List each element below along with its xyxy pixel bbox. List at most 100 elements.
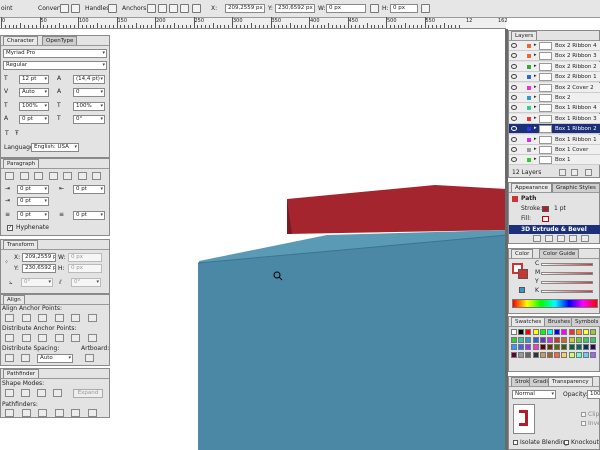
font-size-field[interactable]: 12 pt	[19, 75, 49, 84]
knockout-checkbox[interactable]	[564, 440, 569, 445]
add-effect-button[interactable]	[557, 235, 565, 242]
color-swatch[interactable]	[561, 351, 568, 358]
color-swatch[interactable]	[554, 329, 561, 335]
color-swatch[interactable]	[561, 344, 568, 351]
align-button[interactable]	[38, 314, 47, 322]
expand-button[interactable]: Expand	[73, 389, 103, 398]
color-swatch[interactable]	[575, 336, 582, 343]
visibility-eye-icon[interactable]	[511, 53, 517, 59]
color-swatch[interactable]	[518, 344, 525, 351]
layer-row[interactable]: ▸ Box 1 Ribbon 1	[509, 134, 600, 145]
link-icon[interactable]	[370, 4, 379, 13]
space-before-field[interactable]: 0 pt	[17, 211, 49, 220]
layer-row[interactable]: ▸ Box 1 Cover	[509, 145, 600, 155]
pathfinder-button[interactable]	[87, 409, 97, 417]
transform-x-field[interactable]: 209,2559 px	[22, 253, 56, 262]
y-field[interactable]: 230,6592 px	[275, 4, 315, 13]
expand-triangle-icon[interactable]: ▸	[534, 84, 537, 90]
anchor-join-icon[interactable]	[180, 4, 189, 13]
paragraph-align-button[interactable]	[34, 172, 43, 180]
color-swatch[interactable]	[525, 344, 532, 351]
color-swatch[interactable]	[511, 329, 517, 335]
color-swatch[interactable]	[525, 329, 532, 335]
color-spectrum[interactable]	[512, 299, 598, 308]
align-icon[interactable]	[192, 4, 201, 13]
visibility-eye-icon[interactable]	[511, 157, 517, 163]
distribute-button[interactable]	[71, 334, 80, 342]
visibility-eye-icon[interactable]	[511, 84, 517, 90]
distribute-button[interactable]	[21, 334, 31, 342]
expand-triangle-icon[interactable]: ▸	[534, 146, 537, 152]
delete-layer-button[interactable]	[585, 169, 592, 176]
align-button[interactable]	[87, 314, 97, 322]
paragraph-align-button[interactable]	[63, 172, 72, 180]
expand-triangle-icon[interactable]: ▸	[534, 156, 537, 162]
color-swatch[interactable]	[547, 344, 553, 351]
tab-pathfinder[interactable]: Pathfinder	[3, 369, 40, 378]
expand-triangle-icon[interactable]: ▸	[534, 115, 537, 121]
align-button[interactable]	[21, 314, 31, 322]
color-swatch[interactable]	[590, 336, 597, 343]
paragraph-align-button[interactable]	[19, 172, 29, 180]
w-field[interactable]: 0 px	[326, 4, 366, 13]
color-swatch[interactable]	[561, 329, 568, 335]
color-swatch[interactable]	[518, 351, 525, 358]
color-swatch[interactable]	[532, 344, 539, 351]
font-family-select[interactable]: Myriad Pro	[3, 49, 107, 58]
color-swatch[interactable]	[554, 351, 561, 358]
expand-triangle-icon[interactable]: ▸	[534, 136, 537, 142]
strikethrough-icon[interactable]: Ŧ	[15, 129, 19, 138]
color-channel-slider[interactable]	[541, 290, 593, 293]
clear-appearance-button[interactable]	[569, 235, 577, 242]
align-button[interactable]	[5, 314, 14, 322]
color-swatch[interactable]	[554, 344, 561, 351]
tab-graphic-styles[interactable]: Graphic Styles	[552, 183, 600, 192]
color-swatch[interactable]	[525, 336, 532, 343]
pathfinder-button[interactable]	[38, 409, 47, 417]
color-swatch[interactable]	[590, 329, 597, 335]
baseline-field[interactable]: 0 pt	[19, 115, 49, 124]
color-swatch[interactable]	[568, 351, 575, 358]
font-style-select[interactable]: Regular	[3, 61, 107, 70]
expand-triangle-icon[interactable]: ▸	[534, 125, 537, 131]
tab-opentype[interactable]: OpenType	[42, 36, 78, 45]
h-field[interactable]: 0 px	[390, 4, 418, 13]
opacity-field[interactable]: 100	[587, 390, 600, 399]
tab-color[interactable]: Color	[511, 249, 534, 258]
paragraph-align-button[interactable]	[5, 172, 14, 180]
new-sublayer-button[interactable]	[559, 169, 566, 176]
color-swatch[interactable]	[575, 329, 582, 335]
fill-swatch[interactable]	[542, 216, 549, 222]
color-swatch[interactable]	[575, 344, 582, 351]
leading-field[interactable]: (14,4 pt)	[73, 75, 105, 84]
color-swatch[interactable]	[568, 329, 575, 335]
color-channel-slider[interactable]	[541, 263, 593, 266]
transform-h-field[interactable]: 0 px	[68, 264, 102, 273]
color-swatch[interactable]	[532, 336, 539, 343]
spacing-field[interactable]: Auto	[37, 354, 73, 363]
color-swatch[interactable]	[518, 336, 525, 343]
color-swatch[interactable]	[583, 329, 589, 335]
pathfinder-button[interactable]	[54, 409, 64, 417]
color-swatch[interactable]	[583, 344, 589, 351]
duplicate-item-button[interactable]	[581, 235, 589, 242]
tab-swatches[interactable]: Swatches	[511, 317, 546, 326]
horizontal-scale-field[interactable]: 100%	[73, 102, 105, 111]
color-swatch[interactable]	[518, 329, 525, 335]
blend-mode-select[interactable]: Normal	[512, 390, 556, 399]
color-swatch[interactable]	[539, 329, 546, 335]
transform-w-field[interactable]: 0 px	[68, 253, 102, 262]
x-field[interactable]: 209,2559 px	[225, 4, 265, 13]
color-channel-slider[interactable]	[541, 281, 593, 284]
color-swatch[interactable]	[511, 344, 517, 351]
layer-row[interactable]: ▸ Box 1	[509, 155, 600, 166]
align-button[interactable]	[54, 314, 64, 322]
distribute-v-spacing-button[interactable]	[5, 354, 14, 362]
underline-icon[interactable]: T	[5, 129, 9, 138]
align-button[interactable]	[71, 314, 80, 322]
left-indent-field[interactable]: 0 pt	[17, 185, 49, 194]
color-swatch[interactable]	[539, 344, 546, 351]
stroke-swatch[interactable]	[542, 206, 549, 212]
color-swatch[interactable]	[547, 329, 553, 335]
paragraph-align-button[interactable]	[48, 172, 58, 180]
